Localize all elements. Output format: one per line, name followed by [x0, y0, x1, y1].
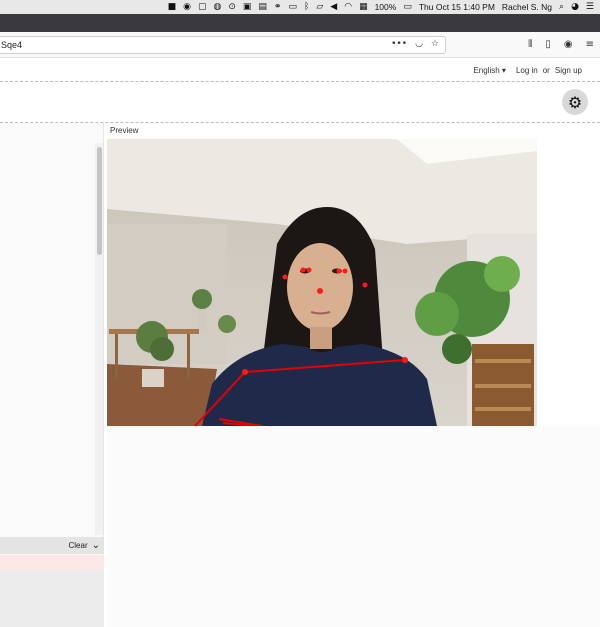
mac-menubar: ■ ◉ ▢ ◍ ⊙ ▣ ▤ ⚭ ▭ ᛒ ▱ ◀ ◠ ▦ 100% ▭ Thu O… [0, 0, 600, 14]
battery-percent[interactable]: 100% [375, 2, 397, 12]
tab-strip [0, 14, 600, 32]
airplay-icon[interactable]: ▱ [316, 2, 323, 12]
menu-icon[interactable]: ≡ [586, 39, 594, 50]
url-bar[interactable]: Sqe4 ••• ◡ ☆ [0, 36, 446, 54]
library-icon[interactable]: ⫴ [528, 39, 532, 50]
language-label: English [473, 66, 500, 75]
gear-icon: ⚙ [567, 92, 583, 112]
chevron-down-icon[interactable]: ⌄ [92, 540, 100, 551]
chevron-down-icon: ▾ [501, 66, 506, 75]
content-area [107, 426, 600, 627]
square-icon[interactable]: ▢ [198, 2, 207, 12]
wifi-icon[interactable]: ◠ [344, 2, 352, 12]
display-icon[interactable]: ▭ [288, 2, 297, 12]
clear-button[interactable]: Clear [68, 541, 87, 550]
globe-icon[interactable]: ◍ [213, 2, 221, 12]
creative-cloud-icon[interactable]: ⊙ [228, 2, 236, 12]
shield-icon[interactable]: ▣ [243, 2, 252, 12]
scrollbar-thumb[interactable] [97, 147, 102, 255]
settings-gear-button[interactable]: ⚙ [562, 89, 588, 115]
webcam-feed-image [107, 139, 537, 426]
notification-center-icon[interactable]: ☰ [586, 2, 594, 12]
console-error-row [0, 555, 104, 570]
more-actions-icon[interactable]: ••• [391, 39, 407, 49]
console-body [0, 570, 104, 627]
or-text: or [542, 66, 550, 75]
console-header: Clear ⌄ [0, 537, 104, 554]
account-icon[interactable]: ◉ [564, 39, 573, 50]
siri-icon[interactable]: ◕ [571, 2, 579, 12]
auth-nav: English ▾ Log in or Sign up [473, 66, 582, 75]
sidebar-icon[interactable]: ▯ [545, 39, 551, 50]
battery-icon[interactable]: ▭ [403, 2, 412, 12]
language-select[interactable]: English ▾ [473, 66, 506, 75]
bookmark-star-icon[interactable]: ☆ [431, 39, 439, 49]
clipboard-icon[interactable]: ▤ [258, 2, 267, 12]
bluetooth-icon[interactable]: ᛒ [304, 2, 309, 12]
divider [0, 81, 600, 82]
flag-icon[interactable]: ▦ [359, 2, 368, 12]
glasses-icon[interactable]: ⚭ [274, 2, 282, 12]
login-link[interactable]: Log in [516, 66, 538, 75]
record-icon[interactable]: ◉ [183, 2, 191, 12]
preview-label: Preview [110, 126, 139, 135]
webcam-preview [107, 139, 537, 426]
signup-link[interactable]: Sign up [555, 66, 582, 75]
pocket-icon[interactable]: ◡ [415, 39, 423, 49]
clock[interactable]: Thu Oct 15 1:40 PM [419, 2, 495, 12]
url-text: Sqe4 [1, 40, 23, 50]
user-name[interactable]: Rachel S. Ng [502, 2, 552, 12]
camera-icon[interactable]: ■ [168, 2, 177, 12]
volume-icon[interactable]: ◀ [330, 2, 337, 12]
browser-toolbar: Sqe4 ••• ◡ ☆ ⫴ ▯ ◉ ≡ [0, 32, 600, 58]
spotlight-icon[interactable]: ⌕ [559, 2, 564, 12]
page: English ▾ Log in or Sign up ⚙ Clear ⌄ Pr… [0, 58, 600, 627]
